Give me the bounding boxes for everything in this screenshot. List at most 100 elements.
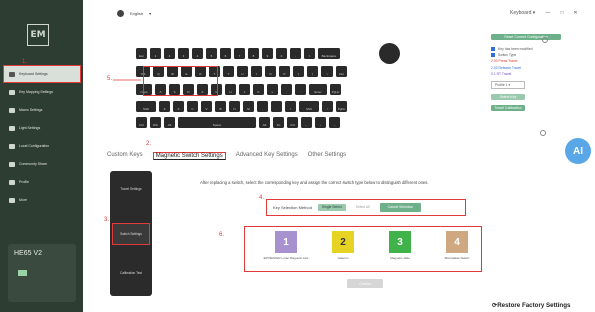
language-selector[interactable]: English ▾ — [117, 10, 151, 17]
key-1-11[interactable]: [ — [293, 66, 304, 77]
key-0-13[interactable]: Backspace — [318, 48, 340, 59]
key-4-2[interactable]: Alt — [164, 117, 175, 128]
inner-nav-switch[interactable]: Switch Settings — [112, 223, 150, 245]
switch-type-card[interactable]: 4 Marmalade Switch — [432, 231, 482, 260]
key-4-3[interactable]: Space — [178, 117, 256, 128]
key-3-6[interactable]: N — [229, 101, 240, 112]
maximize-button[interactable]: □ — [560, 10, 563, 16]
key-1-10[interactable]: P — [279, 66, 290, 77]
sidebar-item-local-config[interactable]: Local Configuration — [4, 138, 80, 154]
sidebar-item-label: Macro Settings — [19, 108, 43, 112]
travel-calibration-button[interactable]: Travel Calibration — [491, 105, 525, 112]
key-1-14[interactable]: Del — [336, 66, 347, 77]
key-3-9[interactable]: . — [271, 101, 282, 112]
switch-type-card[interactable]: 2 Gateron — [318, 231, 368, 260]
sidebar-item-key-mapping[interactable]: Key Mapping Settings — [4, 84, 80, 100]
method-label: Key Selection Method — [273, 205, 312, 210]
inner-nav-calibration[interactable]: Calibration Test — [112, 271, 150, 275]
key-1-9[interactable]: O — [265, 66, 276, 77]
select-all-button[interactable]: Select All — [352, 204, 374, 211]
device-selector[interactable]: Keyboard ▾ — [510, 10, 535, 16]
rotary-knob[interactable] — [379, 43, 400, 64]
sidebar-item-macro[interactable]: Macro Settings — [4, 102, 80, 118]
key-1-7[interactable]: U — [237, 66, 248, 77]
key-4-7[interactable]: ← — [301, 117, 312, 128]
key-0-7[interactable]: 7 — [234, 48, 245, 59]
key-0-6[interactable]: 6 — [220, 48, 231, 59]
inner-nav-travel[interactable]: Travel Settings — [112, 187, 150, 191]
folder-icon — [9, 143, 15, 149]
key-0-10[interactable]: 0 — [276, 48, 287, 59]
select-key-button[interactable]: Select Key — [491, 94, 525, 101]
key-3-0[interactable]: Shift — [136, 101, 156, 112]
switch-type-card[interactable]: 1 EPOMAKER Lunar Magnetic Axis — [261, 231, 311, 260]
key-0-0[interactable]: Esc — [136, 48, 147, 59]
key-4-0[interactable]: Ctrl — [136, 117, 147, 128]
confirm-button[interactable]: Confirm — [347, 279, 383, 288]
key-2-11[interactable]: ' — [295, 84, 306, 95]
key-4-1[interactable]: Win — [150, 117, 161, 128]
key-4-9[interactable]: → — [329, 117, 340, 128]
key-2-10[interactable]: ; — [281, 84, 292, 95]
key-3-1[interactable]: Z — [159, 101, 170, 112]
tab-other-settings[interactable]: Other Settings — [308, 152, 346, 160]
switch-type-card[interactable]: 3 Magnetic Jade — [375, 231, 425, 260]
key-3-2[interactable]: X — [173, 101, 184, 112]
tab-custom-keys[interactable]: Custom Keys — [107, 152, 143, 160]
key-4-5[interactable]: Fn — [273, 117, 284, 128]
minimize-button[interactable]: — — [545, 10, 550, 16]
key-2-8[interactable]: K — [253, 84, 264, 95]
help-icon[interactable] — [542, 37, 548, 43]
key-2-7[interactable]: J — [239, 84, 250, 95]
key-0-5[interactable]: 5 — [206, 48, 217, 59]
key-3-11[interactable]: Shift — [299, 101, 319, 112]
key-2-13[interactable]: PgUp — [330, 84, 341, 95]
sidebar-item-profile[interactable]: Profile — [4, 174, 80, 190]
help-icon[interactable] — [540, 130, 546, 136]
key-0-12[interactable]: = — [304, 48, 315, 59]
sidebar-item-community[interactable]: Community Share — [4, 156, 80, 172]
key-2-6[interactable]: H — [225, 84, 236, 95]
key-3-10[interactable]: / — [285, 101, 296, 112]
single-select-button[interactable]: Single Select — [317, 203, 346, 212]
ai-assistant-button[interactable]: AI — [565, 138, 591, 164]
key-4-8[interactable]: ↓ — [315, 117, 326, 128]
key-4-4[interactable]: Alt — [259, 117, 270, 128]
reset-config-button[interactable]: Reset Current Configuration — [491, 34, 561, 40]
key-0-2[interactable]: 2 — [164, 48, 175, 59]
key-3-3[interactable]: C — [187, 101, 198, 112]
sidebar-item-light[interactable]: Light Settings — [4, 120, 80, 136]
key-3-7[interactable]: M — [243, 101, 254, 112]
sidebar-item-label: Local Configuration — [19, 144, 50, 148]
key-1-8[interactable]: I — [251, 66, 262, 77]
key-1-6[interactable]: Y — [223, 66, 234, 77]
restore-factory-button[interactable]: ⟳Restore Factory Settings — [492, 302, 570, 309]
tab-advanced-key[interactable]: Advanced Key Settings — [236, 152, 298, 160]
key-3-12[interactable]: ↑ — [322, 101, 333, 112]
sidebar-item-keyboard-settings[interactable]: Keyboard Settings — [3, 65, 81, 83]
key-0-1[interactable]: 1 — [150, 48, 161, 59]
key-2-12[interactable]: Enter — [309, 84, 327, 95]
key-0-8[interactable]: 8 — [248, 48, 259, 59]
tab-magnetic-switch[interactable]: Magnetic Switch Settings — [152, 152, 226, 160]
app-window: EM Keyboard Settings Key Mapping Setting… — [0, 0, 595, 312]
device-model-card: HE65 V2 — [8, 244, 76, 302]
key-4-6[interactable]: Ctrl — [287, 117, 298, 128]
key-3-13[interactable]: PgDn — [336, 101, 347, 112]
close-button[interactable]: ✕ — [573, 10, 577, 16]
key-0-3[interactable]: 3 — [178, 48, 189, 59]
key-0-9[interactable]: 9 — [262, 48, 273, 59]
key-0-4[interactable]: 4 — [192, 48, 203, 59]
key-row: Esc 1 2 3 4 5 6 7 8 9 0- = Backspace — [136, 48, 340, 59]
key-2-9[interactable]: L — [267, 84, 278, 95]
key-1-13[interactable]: \ — [321, 66, 333, 77]
key-3-5[interactable]: B — [215, 101, 226, 112]
globe-icon — [117, 10, 124, 17]
profile-select[interactable]: Profile 1 ▾ — [491, 81, 525, 90]
key-3-4[interactable]: V — [201, 101, 212, 112]
cancel-selection-button[interactable]: Cancel Selection — [379, 202, 422, 213]
key-1-12[interactable]: ] — [307, 66, 318, 77]
key-0-11[interactable]: - — [290, 48, 301, 59]
key-3-8[interactable]: , — [257, 101, 268, 112]
sidebar-item-more[interactable]: More — [4, 192, 80, 208]
